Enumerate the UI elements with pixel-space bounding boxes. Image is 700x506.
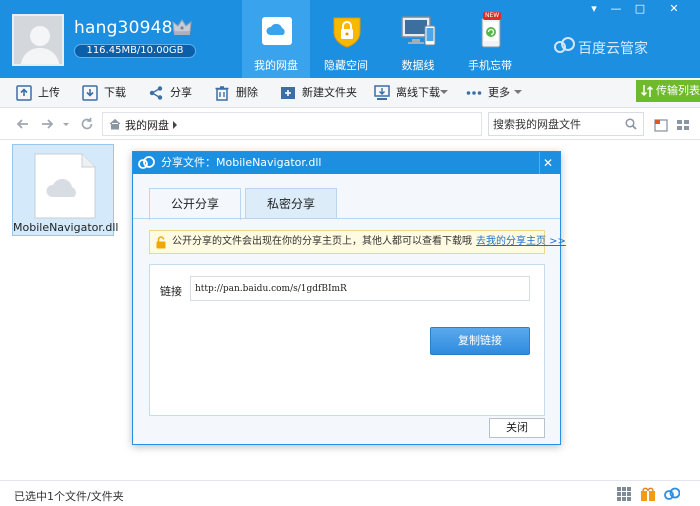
file-item[interactable]: MobileNavigator.dll (12, 144, 119, 236)
new-badge: NEW (483, 12, 502, 20)
new-folder-icon (281, 87, 295, 99)
home-icon[interactable] (109, 118, 121, 130)
new-folder-label: 新建文件夹 (302, 86, 357, 99)
brand-text: 百度云管家 (578, 41, 648, 57)
restore-button[interactable]: □ (630, 2, 650, 16)
forward-arrow-icon[interactable] (40, 117, 54, 131)
brand-logo: 百度云管家 (554, 37, 648, 58)
transfer-list-button[interactable]: 传输列表 (636, 80, 700, 102)
refresh-icon[interactable] (80, 117, 94, 131)
app-grid-icon[interactable] (616, 486, 632, 502)
vip-crown-icon[interactable] (172, 18, 192, 36)
history-caret-icon[interactable] (63, 123, 69, 126)
transfer-list-label: 传输列表 (656, 84, 700, 97)
close-button[interactable]: 关闭 (489, 418, 545, 438)
share-dialog: 分享文件：MobileNavigator.dll ✕ 公开分享 私密分享 公开分… (132, 151, 566, 445)
back-arrow-icon[interactable] (16, 117, 30, 131)
new-folder-button[interactable]: 新建文件夹 (280, 78, 357, 108)
share-icon (149, 86, 163, 100)
address-bar: 我的网盘 (0, 108, 700, 140)
more-dots-icon (466, 91, 482, 95)
dialog-close-icon[interactable]: ✕ (540, 155, 556, 171)
selection-status: 已选中1个文件/文件夹 (14, 490, 124, 503)
trash-icon (215, 86, 229, 101)
nav-tab-data-cable[interactable]: 数据线 (384, 0, 452, 78)
nav-tab-label: 手机忘带 (468, 59, 512, 72)
upload-button[interactable]: 上传 (16, 78, 62, 108)
notice-text: 公开分享的文件会出现在你的分享主页上，其他人都可以查看下载哦 (172, 236, 472, 247)
tab-private-share[interactable]: 私密分享 (245, 188, 337, 219)
nav-tab-phone-forgot[interactable]: NEW 手机忘带 (456, 0, 524, 78)
link-panel: 链接 复制链接 (149, 264, 545, 416)
upload-label: 上传 (38, 86, 60, 99)
status-bar: 已选中1个文件/文件夹 (0, 480, 700, 506)
nav-tab-label: 我的网盘 (254, 59, 298, 72)
user-silhouette-icon (14, 16, 62, 64)
nav-tab-my-drive[interactable]: 我的网盘 (242, 0, 310, 78)
offline-download-icon (374, 85, 390, 100)
lock-icon (156, 236, 166, 249)
dialog-titlebar[interactable]: 分享文件：MobileNavigator.dll ✕ (133, 152, 560, 174)
offline-download-caret-icon[interactable] (440, 90, 448, 94)
share-notice: 公开分享的文件会出现在你的分享主页上，其他人都可以查看下载哦 去我的分享主页 >… (149, 230, 566, 254)
search-box[interactable] (488, 112, 644, 136)
nav-tab-label: 数据线 (401, 59, 435, 72)
search-icon[interactable] (625, 118, 637, 130)
download-button[interactable]: 下载 (82, 78, 128, 108)
toolbar: 上传 下载 分享 删除 新建文件夹 离线下载 更多 (0, 78, 700, 108)
baidu-cloud-logo-icon (138, 156, 155, 169)
more-label: 更多 (488, 86, 510, 99)
share-link-field[interactable] (190, 276, 530, 301)
lock-safe-icon (333, 17, 361, 48)
monitor-device-icon (401, 16, 436, 46)
storage-quota: 116.45MB/10.00GB (74, 44, 196, 58)
share-button[interactable]: 分享 (148, 78, 194, 108)
tab-divider (133, 218, 560, 219)
delete-label: 删除 (236, 86, 258, 99)
offline-download-label: 离线下载 (396, 86, 440, 99)
gift-icon[interactable] (640, 486, 656, 502)
file-document-icon (34, 153, 96, 219)
link-label: 链接 (160, 285, 182, 298)
transfer-icon (641, 85, 653, 97)
tab-public-share[interactable]: 公开分享 (149, 188, 241, 220)
breadcrumb-item[interactable]: 我的网盘 (125, 117, 169, 133)
avatar[interactable] (12, 14, 64, 66)
baidu-cloud-logo-icon (554, 37, 575, 53)
nav-tab-hidden-space[interactable]: 隐藏空间 (312, 0, 380, 78)
share-link-input[interactable] (195, 281, 525, 296)
close-window-button[interactable]: ✕ (654, 2, 694, 16)
list-view-icon[interactable] (676, 118, 690, 132)
download-label: 下载 (104, 86, 126, 99)
dialog-title: 分享文件：MobileNavigator.dll (161, 156, 322, 169)
app-header: hang30948... 116.45MB/10.00GB 我的网盘 隐藏空间 (0, 0, 700, 78)
breadcrumb-chevron-icon[interactable] (173, 121, 177, 129)
search-input[interactable] (493, 116, 621, 132)
cloud-drive-icon (262, 17, 292, 45)
cloud-sync-icon[interactable] (664, 486, 680, 502)
copy-link-button[interactable]: 复制链接 (430, 327, 530, 355)
upload-icon (16, 85, 32, 101)
share-label: 分享 (170, 86, 192, 99)
download-icon (82, 85, 98, 101)
delete-button[interactable]: 删除 (214, 78, 260, 108)
my-share-page-link[interactable]: 去我的分享主页 >> (476, 231, 566, 253)
layout-toggle-icon[interactable] (654, 118, 668, 132)
breadcrumb[interactable]: 我的网盘 (102, 112, 482, 136)
more-button[interactable]: 更多 (466, 78, 512, 108)
offline-download-button[interactable]: 离线下载 (374, 78, 442, 108)
nav-tab-label: 隐藏空间 (324, 59, 368, 72)
more-caret-icon[interactable] (514, 90, 522, 94)
file-name: MobileNavigator.dll (13, 221, 119, 234)
pin-icon[interactable]: ▾ (584, 2, 604, 16)
minimize-button[interactable]: — (606, 2, 626, 16)
